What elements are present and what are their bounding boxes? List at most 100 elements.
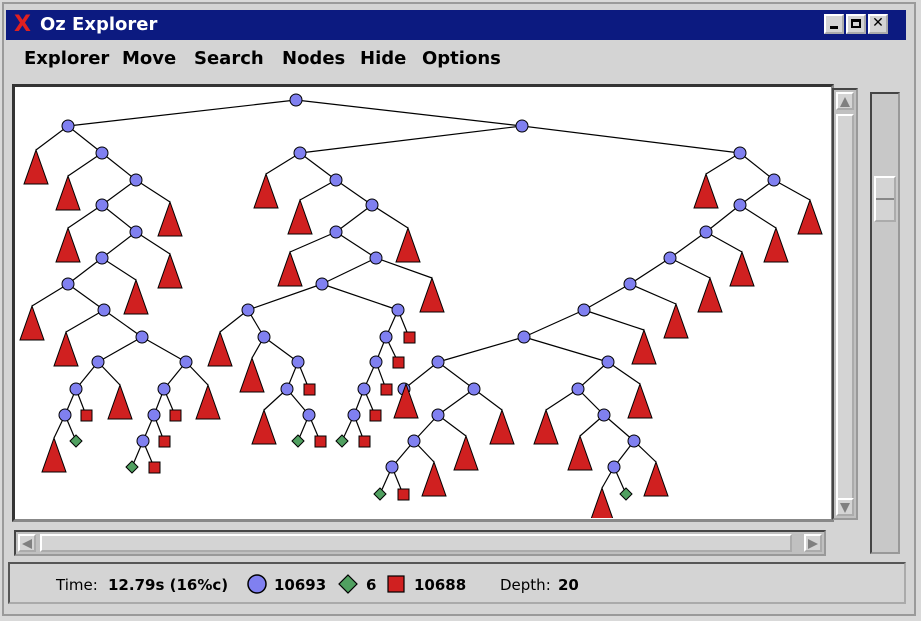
choice-node[interactable]: [607, 460, 621, 474]
choice-node[interactable]: [407, 434, 421, 448]
failed-node[interactable]: [397, 488, 410, 501]
hidden-subtree-node[interactable]: [763, 226, 789, 263]
failed-node[interactable]: [358, 435, 371, 448]
solved-node[interactable]: [619, 487, 633, 501]
menu-search[interactable]: Search: [194, 48, 264, 69]
hidden-subtree-node[interactable]: [53, 330, 79, 367]
vertical-scroll-thumb[interactable]: [836, 114, 854, 500]
choice-node[interactable]: [467, 382, 481, 396]
choice-node[interactable]: [95, 146, 109, 160]
minimize-button[interactable]: [824, 14, 844, 34]
choice-node[interactable]: [577, 303, 591, 317]
vertical-scrollbar[interactable]: [832, 88, 858, 520]
choice-node[interactable]: [291, 355, 305, 369]
scroll-left-arrow-icon[interactable]: [18, 534, 36, 552]
scale-slider-handle[interactable]: [874, 176, 896, 222]
hidden-subtree-node[interactable]: [239, 356, 265, 393]
hidden-subtree-node[interactable]: [627, 382, 653, 419]
choice-node[interactable]: [369, 251, 383, 265]
menu-hide[interactable]: Hide: [360, 48, 406, 69]
hidden-subtree-node[interactable]: [693, 172, 719, 209]
choice-node[interactable]: [431, 355, 445, 369]
choice-node[interactable]: [61, 277, 75, 291]
hidden-subtree-node[interactable]: [253, 172, 279, 209]
hidden-subtree-node[interactable]: [489, 408, 515, 445]
choice-node[interactable]: [95, 251, 109, 265]
choice-node[interactable]: [699, 225, 713, 239]
hidden-subtree-node[interactable]: [631, 328, 657, 365]
horizontal-scrollbar[interactable]: [14, 530, 826, 556]
solved-node[interactable]: [373, 487, 387, 501]
choice-node[interactable]: [315, 277, 329, 291]
hidden-subtree-node[interactable]: [251, 408, 277, 445]
failed-node[interactable]: [169, 409, 182, 422]
close-button[interactable]: ✕: [868, 14, 888, 34]
choice-node[interactable]: [241, 303, 255, 317]
scroll-up-arrow-icon[interactable]: [836, 92, 854, 110]
hidden-subtree-node[interactable]: [729, 250, 755, 287]
hidden-subtree-node[interactable]: [277, 250, 303, 287]
choice-node[interactable]: [365, 198, 379, 212]
choice-node[interactable]: [347, 408, 361, 422]
scale-slider[interactable]: [870, 92, 900, 554]
hidden-subtree-node[interactable]: [107, 383, 133, 420]
hidden-subtree-node[interactable]: [643, 460, 669, 497]
hidden-subtree-node[interactable]: [23, 148, 49, 185]
choice-node[interactable]: [95, 198, 109, 212]
choice-node[interactable]: [329, 225, 343, 239]
choice-node[interactable]: [385, 460, 399, 474]
choice-node[interactable]: [147, 408, 161, 422]
hidden-subtree-node[interactable]: [123, 278, 149, 315]
solved-node[interactable]: [335, 434, 349, 448]
menu-options[interactable]: Options: [422, 48, 501, 69]
hidden-subtree-node[interactable]: [533, 408, 559, 445]
choice-node[interactable]: [129, 173, 143, 187]
choice-node[interactable]: [369, 355, 383, 369]
failed-node[interactable]: [380, 383, 393, 396]
choice-node[interactable]: [135, 330, 149, 344]
choice-node[interactable]: [61, 119, 75, 133]
hidden-subtree-node[interactable]: [55, 174, 81, 211]
choice-node[interactable]: [302, 408, 316, 422]
choice-node[interactable]: [379, 330, 393, 344]
hidden-subtree-node[interactable]: [287, 198, 313, 235]
choice-node[interactable]: [136, 434, 150, 448]
hidden-subtree-node[interactable]: [41, 436, 67, 473]
choice-node[interactable]: [663, 251, 677, 265]
choice-node[interactable]: [293, 146, 307, 160]
hidden-subtree-node[interactable]: [419, 276, 445, 313]
choice-node[interactable]: [91, 355, 105, 369]
hidden-subtree-node[interactable]: [697, 276, 723, 313]
scroll-down-arrow-icon[interactable]: [836, 498, 854, 516]
choice-node[interactable]: [257, 330, 271, 344]
choice-node[interactable]: [289, 93, 303, 107]
choice-node[interactable]: [597, 408, 611, 422]
menu-explorer[interactable]: Explorer: [24, 48, 109, 69]
choice-node[interactable]: [280, 382, 294, 396]
choice-node[interactable]: [97, 303, 111, 317]
scroll-right-arrow-icon[interactable]: [804, 534, 822, 552]
choice-node[interactable]: [129, 225, 143, 239]
failed-node[interactable]: [148, 461, 161, 474]
failed-node[interactable]: [403, 331, 416, 344]
choice-node[interactable]: [601, 355, 615, 369]
hidden-subtree-node[interactable]: [421, 460, 447, 497]
hidden-subtree-node[interactable]: [663, 302, 689, 339]
search-tree[interactable]: [14, 86, 832, 518]
choice-node[interactable]: [157, 382, 171, 396]
solved-node[interactable]: [291, 434, 305, 448]
failed-node[interactable]: [80, 409, 93, 422]
choice-node[interactable]: [767, 173, 781, 187]
choice-node[interactable]: [329, 173, 343, 187]
failed-node[interactable]: [158, 435, 171, 448]
choice-node[interactable]: [69, 382, 83, 396]
menu-move[interactable]: Move: [122, 48, 176, 69]
maximize-button[interactable]: [846, 14, 866, 34]
choice-node[interactable]: [58, 408, 72, 422]
choice-node[interactable]: [357, 382, 371, 396]
hidden-subtree-node[interactable]: [157, 252, 183, 289]
choice-node[interactable]: [733, 146, 747, 160]
horizontal-scroll-thumb[interactable]: [40, 534, 792, 552]
choice-node[interactable]: [179, 355, 193, 369]
failed-node[interactable]: [392, 356, 405, 369]
